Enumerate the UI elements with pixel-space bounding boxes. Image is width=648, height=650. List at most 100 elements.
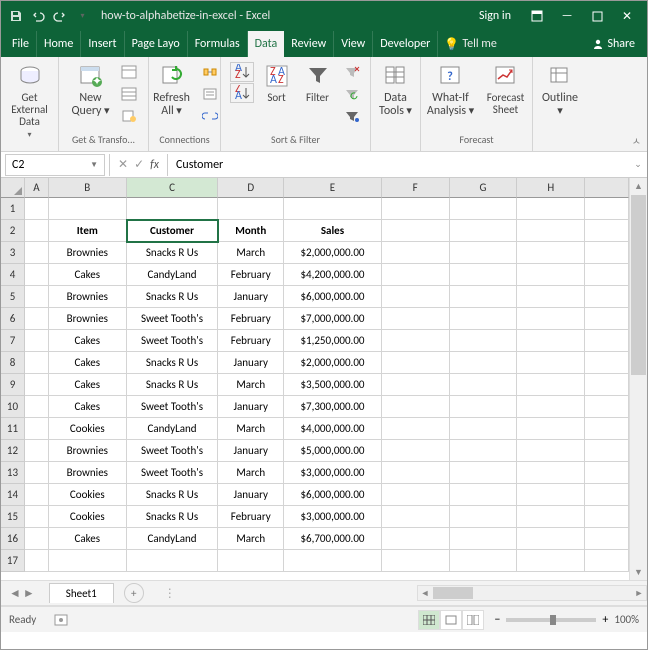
cell-A16[interactable] — [25, 528, 49, 550]
clear-filter-icon[interactable] — [342, 62, 362, 82]
column-header-H[interactable]: H — [517, 178, 585, 198]
tab-formulas[interactable]: Formulas — [188, 31, 248, 57]
tab-review[interactable]: Review — [284, 31, 334, 57]
column-header-D[interactable]: D — [218, 178, 284, 198]
cell-C5[interactable]: Snacks R Us — [127, 286, 219, 308]
enter-formula-icon[interactable]: ✓ — [134, 157, 144, 172]
cell-F6[interactable] — [382, 308, 450, 330]
cell-G14[interactable] — [450, 484, 518, 506]
sign-in-link[interactable]: Sign in — [479, 9, 511, 23]
cell-H3[interactable] — [517, 242, 585, 264]
minimize-button[interactable]: — — [553, 4, 581, 28]
column-header-E[interactable]: E — [284, 178, 382, 198]
cell-A11[interactable] — [25, 418, 49, 440]
scroll-right-icon[interactable]: ► — [632, 588, 646, 599]
cell-H7[interactable] — [517, 330, 585, 352]
cell-A7[interactable] — [25, 330, 49, 352]
cell-F9[interactable] — [382, 374, 450, 396]
cell-A8[interactable] — [25, 352, 49, 374]
cell-C2[interactable]: Customer — [127, 220, 219, 242]
cell-C6[interactable]: Sweet Tooth's — [127, 308, 219, 330]
row-header-5[interactable]: 5 — [1, 286, 25, 308]
cell-F4[interactable] — [382, 264, 450, 286]
row-header-16[interactable]: 16 — [1, 528, 25, 550]
cell-12[interactable] — [585, 440, 629, 462]
cell-E11[interactable]: $4,000,000.00 — [284, 418, 382, 440]
row-header-10[interactable]: 10 — [1, 396, 25, 418]
cell-17[interactable] — [585, 550, 629, 572]
formula-bar[interactable]: Customer — [168, 158, 629, 172]
cell-C8[interactable]: Snacks R Us — [127, 352, 219, 374]
row-header-12[interactable]: 12 — [1, 440, 25, 462]
tell-me[interactable]: 💡Tell me — [438, 37, 502, 52]
cell-F7[interactable] — [382, 330, 450, 352]
horizontal-scrollbar[interactable]: ◄ ► — [417, 585, 647, 601]
column-header-C[interactable]: C — [127, 178, 219, 198]
row-header-17[interactable]: 17 — [1, 550, 25, 572]
scroll-down-icon[interactable]: ▼ — [630, 564, 647, 580]
cell-E9[interactable]: $3,500,000.00 — [284, 374, 382, 396]
column-header-end[interactable] — [585, 178, 629, 198]
row-header-14[interactable]: 14 — [1, 484, 25, 506]
cell-H9[interactable] — [517, 374, 585, 396]
close-button[interactable]: ✕ — [613, 4, 641, 28]
cell-4[interactable] — [585, 264, 629, 286]
cell-E13[interactable]: $3,000,000.00 — [284, 462, 382, 484]
zoom-level[interactable]: 100% — [614, 613, 639, 626]
forecast-sheet-button[interactable]: Forecast Sheet — [481, 60, 531, 118]
cell-D17[interactable] — [218, 550, 284, 572]
cell-A6[interactable] — [25, 308, 49, 330]
page-layout-view-button[interactable] — [440, 610, 462, 630]
cell-G11[interactable] — [450, 418, 518, 440]
advanced-filter-icon[interactable] — [342, 106, 362, 126]
cell-B10[interactable]: Cakes — [49, 396, 127, 418]
namebox-dropdown-icon[interactable]: ▼ — [90, 160, 98, 170]
cell-B12[interactable]: Brownies — [49, 440, 127, 462]
show-queries-icon[interactable] — [119, 62, 139, 82]
cell-8[interactable] — [585, 352, 629, 374]
cell-A10[interactable] — [25, 396, 49, 418]
fx-icon[interactable]: fx — [150, 158, 159, 172]
cell-D6[interactable]: February — [218, 308, 284, 330]
cell-G13[interactable] — [450, 462, 518, 484]
get-external-data-button[interactable]: Get External Data▾ — [6, 60, 54, 142]
row-header-13[interactable]: 13 — [1, 462, 25, 484]
cell-H6[interactable] — [517, 308, 585, 330]
cell-10[interactable] — [585, 396, 629, 418]
cell-D12[interactable]: January — [218, 440, 284, 462]
column-header-A[interactable]: A — [25, 178, 49, 198]
cell-A1[interactable] — [25, 198, 49, 220]
cell-B17[interactable] — [49, 550, 127, 572]
row-header-1[interactable]: 1 — [1, 198, 25, 220]
cell-F10[interactable] — [382, 396, 450, 418]
cell-E6[interactable]: $7,000,000.00 — [284, 308, 382, 330]
cell-B9[interactable]: Cakes — [49, 374, 127, 396]
cell-E17[interactable] — [284, 550, 382, 572]
cell-G12[interactable] — [450, 440, 518, 462]
cell-9[interactable] — [585, 374, 629, 396]
cell-D14[interactable]: January — [218, 484, 284, 506]
cell-H15[interactable] — [517, 506, 585, 528]
cell-5[interactable] — [585, 286, 629, 308]
row-header-11[interactable]: 11 — [1, 418, 25, 440]
cell-G9[interactable] — [450, 374, 518, 396]
sort-za-icon[interactable]: ZA — [230, 83, 254, 103]
name-box[interactable]: C2▼ — [5, 154, 105, 176]
sheet-nav-prev-icon[interactable]: ◄ — [9, 586, 21, 601]
cell-C13[interactable]: Sweet Tooth's — [127, 462, 219, 484]
cell-C12[interactable]: Sweet Tooth's — [127, 440, 219, 462]
cell-6[interactable] — [585, 308, 629, 330]
cell-D2[interactable]: Month — [218, 220, 284, 242]
redo-icon[interactable] — [51, 7, 69, 25]
cell-A4[interactable] — [25, 264, 49, 286]
cell-G7[interactable] — [450, 330, 518, 352]
cell-H16[interactable] — [517, 528, 585, 550]
what-if-analysis-button[interactable]: ? What-If Analysis ▾ — [423, 60, 479, 120]
cell-D9[interactable]: March — [218, 374, 284, 396]
cell-E10[interactable]: $7,300,000.00 — [284, 396, 382, 418]
cell-G6[interactable] — [450, 308, 518, 330]
cell-F3[interactable] — [382, 242, 450, 264]
sort-az-icon[interactable]: AZ — [230, 62, 254, 82]
zoom-in-button[interactable]: + — [602, 613, 608, 627]
cell-11[interactable] — [585, 418, 629, 440]
